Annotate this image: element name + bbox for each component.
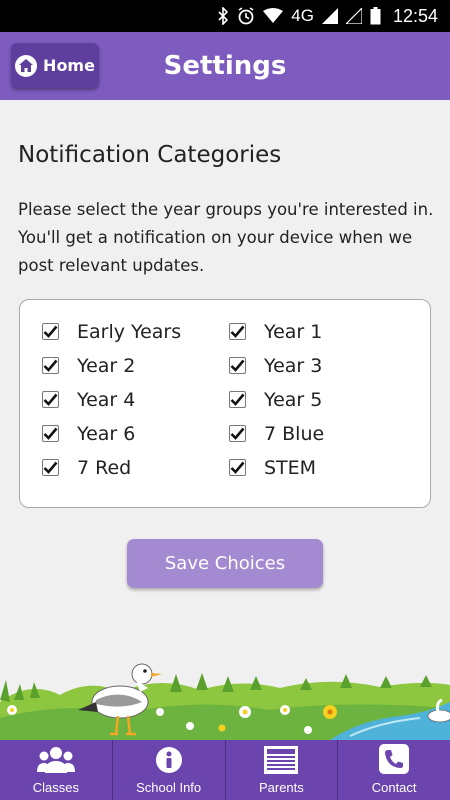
category-label: Year 4 [77, 388, 136, 411]
home-label: Home [43, 56, 95, 75]
checkbox[interactable] [42, 459, 59, 476]
network-type: 4G [291, 6, 314, 25]
categories-grid: Early Years Year 1 Year 2 Year 3 Year 4 … [42, 319, 422, 480]
category-label: STEM [264, 456, 317, 479]
wifi-icon [263, 8, 284, 24]
decorative-scene [0, 640, 450, 740]
category-stem[interactable]: STEM [229, 455, 416, 480]
home-button[interactable]: Home [11, 43, 99, 88]
status-bar: 4G 12:54 [0, 0, 450, 32]
page-title: Settings [163, 51, 287, 81]
app-header: Home Settings [0, 32, 450, 100]
category-year-4[interactable]: Year 4 [42, 387, 229, 412]
people-icon [36, 746, 75, 780]
category-year-3[interactable]: Year 3 [229, 353, 416, 378]
category-label: Year 2 [77, 354, 136, 377]
category-year-6[interactable]: Year 6 [42, 421, 229, 446]
category-early-years[interactable]: Early Years [42, 319, 229, 344]
category-label: 7 Blue [264, 422, 325, 445]
nav-school-info[interactable]: School Info [111, 740, 225, 800]
nav-label: Classes [32, 780, 79, 795]
signal-icon [321, 8, 338, 24]
grass-illustration [0, 663, 450, 740]
category-label: Year 5 [264, 388, 323, 411]
save-choices-button[interactable]: Save Choices [127, 539, 323, 588]
home-icon [15, 54, 38, 77]
nav-parents[interactable]: Parents [224, 740, 338, 800]
status-time: 12:54 [392, 5, 438, 26]
section-title: Notification Categories [18, 142, 282, 168]
nav-classes[interactable]: Classes [0, 740, 112, 800]
phone-icon [379, 744, 410, 780]
category-label: Year 3 [264, 354, 323, 377]
checkbox[interactable] [42, 323, 59, 340]
bluetooth-icon [217, 7, 229, 25]
nav-contact[interactable]: Contact [337, 740, 450, 800]
checkbox[interactable] [42, 391, 59, 408]
category-year-2[interactable]: Year 2 [42, 353, 229, 378]
category-year-1[interactable]: Year 1 [229, 319, 416, 344]
checkbox[interactable] [229, 425, 246, 442]
nav-label: School Info [136, 780, 202, 795]
alarm-icon [237, 7, 255, 25]
category-label: Early Years [77, 320, 182, 343]
settings-content: Notification Categories Please select th… [0, 100, 450, 640]
category-7-red[interactable]: 7 Red [42, 455, 229, 480]
section-description: Please select the year groups you're int… [18, 200, 434, 275]
category-7-blue[interactable]: 7 Blue [229, 421, 416, 446]
nav-label: Parents [258, 780, 304, 795]
category-label: Year 6 [77, 422, 136, 445]
bottom-nav: Classes School Info Parents Contact [0, 740, 450, 800]
battery-icon [370, 7, 381, 25]
checkbox[interactable] [229, 459, 246, 476]
category-label: Year 1 [264, 320, 323, 343]
signal-icon-2 [345, 8, 362, 24]
nav-label: Contact [371, 780, 417, 795]
category-label: 7 Red [77, 456, 132, 479]
checkbox[interactable] [42, 425, 59, 442]
newsletter-icon [264, 746, 299, 780]
checkbox[interactable] [229, 357, 246, 374]
checkbox[interactable] [42, 357, 59, 374]
categories-panel: Early Years Year 1 Year 2 Year 3 Year 4 … [19, 299, 431, 508]
category-year-5[interactable]: Year 5 [229, 387, 416, 412]
checkbox[interactable] [229, 391, 246, 408]
info-icon [155, 746, 183, 780]
checkbox[interactable] [229, 323, 246, 340]
